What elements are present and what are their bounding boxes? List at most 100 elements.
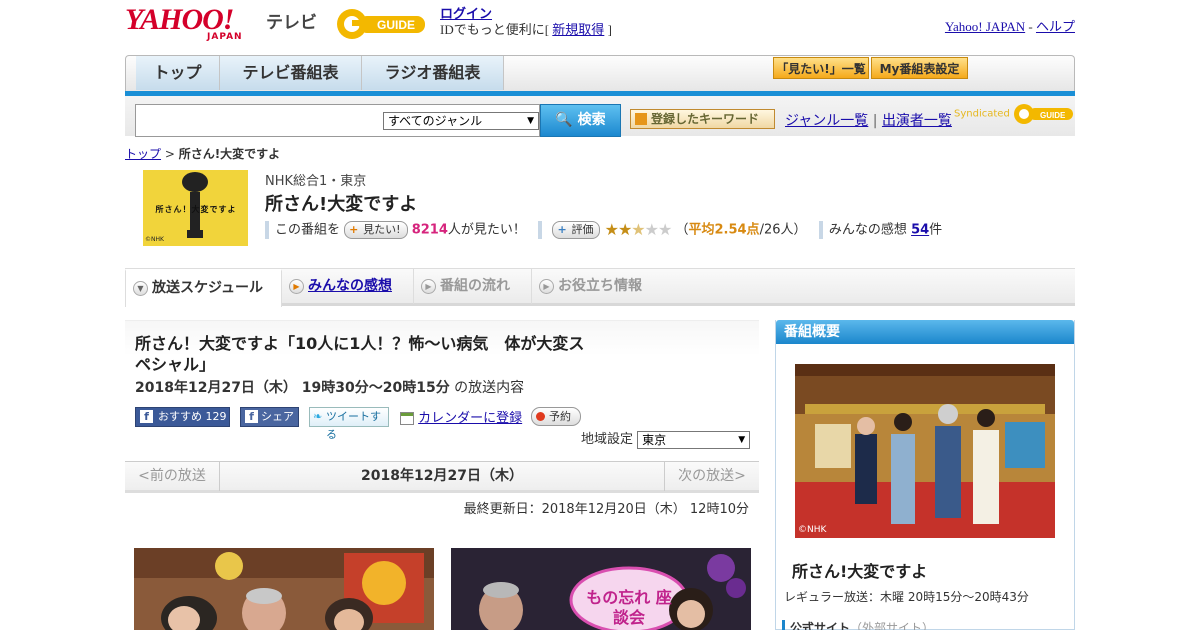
global-nav: トップ テレビ番組表 ラジオ番組表 「見たい!」一覧 My番組表設定 [125, 55, 1075, 97]
tab-radio-schedule[interactable]: ラジオ番組表 [362, 56, 504, 90]
want-button-label: 見たい! [363, 223, 401, 236]
calendar-register-link[interactable]: カレンダーに登録 [418, 411, 522, 426]
program-overview-image: ©NHK [795, 364, 1055, 538]
program-overview-sidebar: 番組概要 ©NHK 所さん!大変ですよ レギュラー放送：木曜 20時15分～20… [775, 320, 1075, 630]
last-updated: 最終更新日：2018年12月20日（木） 12時10分 [463, 502, 749, 517]
tv-logo-text[interactable]: テレビ [266, 8, 317, 33]
facebook-recommend-count: 129 [205, 410, 227, 423]
subtab-useful-info: ▶ お役立ち情報 [532, 269, 664, 304]
rating-average: 平均2.54点 [688, 222, 760, 238]
search-links: ジャンル一覧 | 出演者一覧 [785, 110, 952, 130]
performer-list-link[interactable]: 出演者一覧 [882, 113, 952, 129]
program-overview-heading: 番組概要 [776, 320, 1074, 344]
japan-logo-text: JAPAN [207, 32, 243, 42]
official-site-heading: 公式サイト（外部サイト） [782, 620, 934, 630]
link-dash: - [1025, 19, 1036, 34]
yahoo-japan-link[interactable]: Yahoo! JAPAN [945, 19, 1025, 34]
want-to-watch-button[interactable]: + 見たい! [344, 221, 408, 239]
syndicated-text: Syndicated [954, 108, 1010, 120]
episode-photo-1-image [134, 548, 434, 630]
registered-keywords-button[interactable]: 登録したキーワード [630, 109, 775, 129]
my-schedule-settings-button[interactable]: My番組表設定 [871, 57, 968, 79]
episode-photo-2-caption: もの忘れ 座談会 [586, 588, 672, 627]
chevron-right-icon: ▶ [289, 279, 304, 294]
subtab-schedule-label: 放送スケジュール [152, 280, 264, 296]
svg-text:GUIDE: GUIDE [1040, 111, 1066, 120]
svg-text:GUIDE: GUIDE [377, 18, 415, 32]
impressions-label: みんなの感想 [828, 222, 907, 238]
region-label: 地域設定 [581, 432, 634, 447]
facebook-icon: f [245, 410, 258, 423]
genre-list-link[interactable]: ジャンル一覧 [785, 113, 868, 129]
stars-empty: ★★ [644, 220, 673, 239]
episode-date-suffix: の放送内容 [449, 380, 525, 396]
want-count: 8214 [411, 222, 448, 238]
program-channel: NHK総合1・東京 [265, 174, 367, 189]
region-setting: 地域設定 東京 ▼ [581, 428, 751, 449]
new-signup-link[interactable]: 新規取得 [552, 22, 604, 37]
link-divider: | [872, 113, 878, 129]
facebook-recommend-button[interactable]: f おすすめ 129 [135, 407, 230, 427]
id-text-prefix: IDでもっと便利に[ [440, 22, 550, 37]
subtab-flow: ▶ 番組の流れ [414, 269, 532, 304]
breadcrumb-top-link[interactable]: トップ [125, 147, 161, 161]
breadcrumb: トップ > 所さん!大変ですよ [125, 145, 280, 162]
yahoo-japan-logo[interactable]: YAHOO! JAPAN [125, 3, 265, 43]
search-button-label: 検索 [577, 112, 606, 128]
breadcrumb-separator: > [161, 147, 179, 161]
calendar-icon [400, 412, 414, 425]
login-link[interactable]: ログイン [440, 6, 492, 21]
help-link[interactable]: ヘルプ [1036, 19, 1075, 34]
yahoo-logo-text: YAHOO! [125, 3, 234, 36]
rating-open: （ [675, 222, 689, 238]
cast-photo [795, 364, 1055, 538]
rating-people: /26人） [759, 222, 807, 238]
episode-photo-1 [134, 548, 434, 630]
tweet-label: ツイートする [326, 410, 381, 441]
subtab-schedule[interactable]: ▼ 放送スケジュール [125, 269, 282, 307]
subtab-impressions[interactable]: ▶ みんなの感想 [282, 269, 414, 304]
stat-separator [265, 221, 269, 239]
rate-button[interactable]: + 評価 [552, 221, 601, 239]
syndicated-gguide-logo: Syndicated GUIDE [954, 102, 1075, 126]
previous-broadcast-link[interactable]: <前の放送 [125, 462, 220, 491]
impressions-suffix: 件 [929, 222, 943, 238]
impressions-count-link[interactable]: 54 [911, 223, 929, 238]
next-broadcast-link[interactable]: 次の放送> [664, 462, 759, 491]
facebook-share-button[interactable]: f シェア [240, 407, 299, 427]
dropdown-arrow-icon: ▼ [527, 116, 534, 126]
subtab-impressions-label: みんなの感想 [308, 278, 392, 294]
search-icon: 🔍 [555, 112, 573, 128]
calendar-register: カレンダーに登録 [400, 407, 522, 426]
rate-button-label: 評価 [571, 223, 594, 236]
plus-icon: + [349, 223, 359, 236]
program-subnav: ▼ 放送スケジュール ▶ みんなの感想 ▶ 番組の流れ ▶ お役立ち情報 [125, 268, 1075, 307]
subtab-flow-label: 番組の流れ [440, 278, 510, 294]
reserve-button[interactable]: 予約 [531, 407, 581, 426]
chevron-right-icon: ▶ [421, 279, 436, 294]
stars-filled: ★★ [604, 220, 633, 239]
reserve-label: 予約 [549, 410, 571, 423]
top-links: Yahoo! JAPAN - ヘルプ [945, 16, 1075, 35]
regular-broadcast: レギュラー放送：木曜 20時15分～20時43分 [784, 590, 1029, 604]
tab-top[interactable]: トップ [136, 56, 220, 90]
region-select[interactable]: 東京 ▼ [637, 430, 751, 449]
program-thumbnail: 所さん！大変ですよ ©NHK [143, 170, 248, 246]
tweet-button[interactable]: ❧ ツイートする [309, 407, 389, 441]
login-box: ログイン IDでもっと便利に[ 新規取得 ] [440, 6, 612, 38]
id-text-suffix: ] [607, 22, 612, 37]
mitai-list-button[interactable]: 「見たい!」一覧 [773, 57, 869, 79]
external-site-note: （外部サイト） [850, 621, 935, 630]
episode-title: 所さん！大変ですよ「10人に1人！？怖～い病気 体が大変スペシャル」 [135, 334, 585, 374]
rating-stars: ★★★★★ [604, 220, 673, 239]
thumbnail-text: 所さん！大変ですよ [155, 205, 237, 214]
tab-tv-schedule[interactable]: テレビ番組表 [220, 56, 362, 90]
genre-select[interactable]: すべてのジャンル ▼ [383, 112, 539, 130]
keyword-icon [635, 113, 647, 125]
search-button[interactable]: 🔍 検索 [540, 104, 621, 137]
twitter-bird-icon: ❧ [313, 410, 323, 423]
subtab-useful-info-label: お役立ち情報 [558, 278, 642, 294]
dropdown-arrow-icon: ▼ [738, 434, 746, 445]
gguide-logo[interactable]: GUIDE [335, 6, 431, 42]
program-stats: この番組を + 見たい! 8214人が見たい！ + 評価 ★★★★★ （平均2.54… [265, 220, 942, 240]
